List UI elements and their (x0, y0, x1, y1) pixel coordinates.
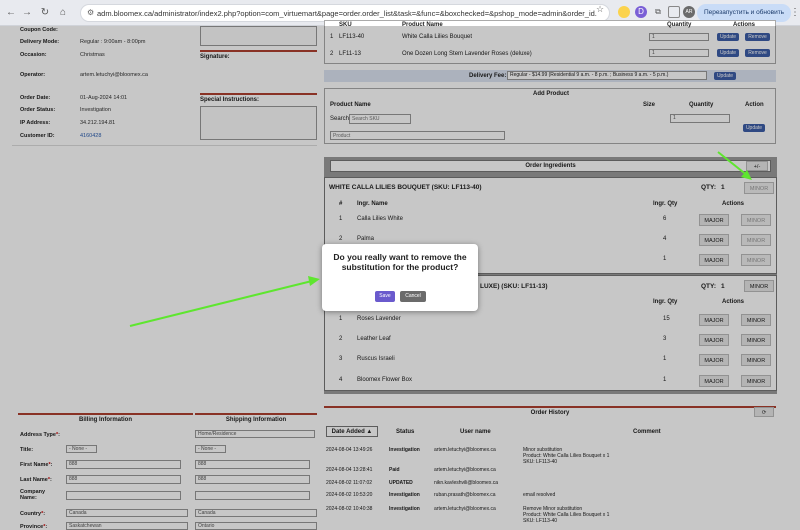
arrow-to-dialog (129, 279, 317, 327)
arrow-head (308, 276, 320, 286)
annotation-arrows (129, 151, 752, 327)
arrow-to-minor (717, 151, 749, 177)
